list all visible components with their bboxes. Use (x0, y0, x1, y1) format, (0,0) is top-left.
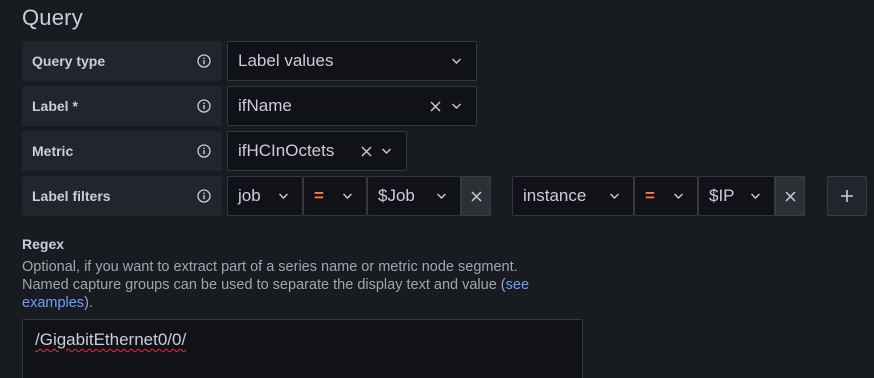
filter-value-value: $IP (709, 186, 735, 205)
chevron-down-icon (452, 58, 461, 64)
chevron-down-icon (452, 103, 461, 109)
regex-description-line2: Named capture groups can be used to sepa… (22, 276, 622, 294)
query-type-value: Label values (238, 51, 334, 70)
label-value: ifName (238, 96, 292, 115)
metric-label: Metric (32, 143, 74, 159)
query-type-label: Query type (32, 53, 106, 69)
clear-icon[interactable] (430, 101, 441, 112)
chevron-down-icon (437, 193, 446, 199)
close-icon (470, 190, 482, 202)
see-examples-link[interactable]: see (506, 277, 529, 293)
regex-input[interactable]: /GigabitEthernet0/0/ (22, 319, 583, 378)
filter-operator-select[interactable]: = (303, 176, 367, 216)
label-label: Label * (32, 98, 78, 114)
info-icon[interactable] (197, 54, 211, 68)
regex-description-text: Named capture groups can be used to sepa… (22, 277, 506, 293)
filter-operator-value: = (314, 186, 324, 205)
chevron-down-icon (674, 193, 683, 199)
section-title: Query (22, 5, 83, 30)
filter-value-value: $Job (378, 186, 415, 205)
info-icon[interactable] (197, 189, 211, 203)
add-filter-button[interactable] (827, 176, 867, 216)
filter-operator-value: = (645, 186, 655, 205)
chevron-down-icon (343, 193, 352, 199)
regex-title: Regex (22, 236, 65, 252)
query-type-label-box: Query type (22, 41, 222, 81)
filter-key-value: instance (523, 186, 587, 205)
remove-filter-button[interactable] (461, 176, 491, 216)
examples-link[interactable]: examples (22, 295, 84, 311)
regex-description-line3: examples). (22, 294, 622, 312)
regex-description-end: ). (84, 295, 93, 311)
info-icon[interactable] (197, 99, 211, 113)
metric-select[interactable]: ifHCInOctets (227, 131, 407, 171)
label-label-box: Label * (22, 86, 222, 126)
filter-value-select[interactable]: $Job (367, 176, 461, 216)
metric-value: ifHCInOctets (238, 141, 335, 160)
clear-icon[interactable] (361, 146, 372, 157)
chevron-down-icon (279, 193, 288, 199)
regex-input-value: /GigabitEthernet0/0/ (35, 330, 187, 349)
label-filters-label: Label filters (32, 188, 111, 204)
label-select[interactable]: ifName (227, 86, 477, 126)
filter-key-select[interactable]: job (227, 176, 303, 216)
filter-value-select[interactable]: $IP (698, 176, 775, 216)
regex-description: Optional, if you want to extract part of… (22, 258, 622, 312)
regex-description-line1: Optional, if you want to extract part of… (22, 259, 518, 275)
chevron-down-icon (610, 193, 619, 199)
label-filters-label-box: Label filters (22, 176, 222, 216)
info-icon[interactable] (197, 144, 211, 158)
chevron-down-icon (382, 148, 391, 154)
filter-operator-select[interactable]: = (634, 176, 698, 216)
filter-key-select[interactable]: instance (512, 176, 634, 216)
filter-key-value: job (238, 186, 261, 205)
metric-label-box: Metric (22, 131, 222, 171)
chevron-down-icon (751, 193, 760, 199)
close-icon (784, 190, 796, 202)
remove-filter-button[interactable] (775, 176, 805, 216)
label-filters-row: Label filters job = $Job instance = $IP (22, 176, 874, 216)
query-type-select[interactable]: Label values (227, 41, 477, 81)
plus-icon (841, 190, 853, 202)
